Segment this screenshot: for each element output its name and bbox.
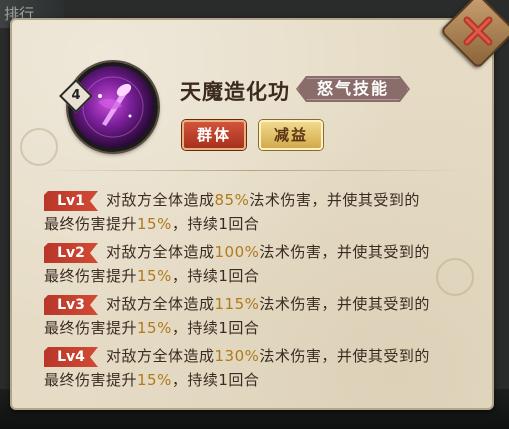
level-item: Lv3 对敌方全体造成115%法术伤害，并使其受到的 最终伤害提升15%，持续1… — [44, 292, 464, 344]
tag-debuff: 减益 — [259, 120, 323, 150]
level-label: Lv4 — [44, 347, 98, 367]
level-label: Lv2 — [44, 243, 98, 263]
level-description-line2: 最终伤害提升15%，持续1回合 — [44, 319, 260, 337]
skill-name: 天魔造化功 — [180, 80, 290, 104]
level-description-line1: 对敌方全体造成130%法术伤害，并使其受到的 — [106, 347, 430, 365]
level-description-line2: 最终伤害提升15%，持续1回合 — [44, 371, 260, 389]
panel-ornament — [20, 128, 58, 166]
level-label: Lv3 — [44, 295, 98, 315]
level-item: Lv2 对敌方全体造成100%法术伤害，并使其受到的 最终伤害提升15%，持续1… — [44, 240, 464, 292]
close-icon — [453, 6, 503, 56]
skill-type-tag: 怒气技能 — [296, 76, 410, 102]
level-description-line1: 对敌方全体造成85%法术伤害，并使其受到的 — [106, 191, 420, 209]
section-divider — [40, 170, 469, 171]
level-item: Lv1 对敌方全体造成85%法术伤害，并使其受到的 最终伤害提升15%，持续1回… — [44, 188, 464, 240]
level-label: Lv1 — [44, 191, 98, 211]
level-item: Lv4 对敌方全体造成130%法术伤害，并使其受到的 最终伤害提升15%，持续1… — [44, 344, 464, 396]
tag-aoe: 群体 — [182, 120, 246, 150]
level-description-line1: 对敌方全体造成100%法术伤害，并使其受到的 — [106, 243, 430, 261]
level-description-line1: 对敌方全体造成115%法术伤害，并使其受到的 — [106, 295, 430, 313]
level-list: Lv1 对敌方全体造成85%法术伤害，并使其受到的 最终伤害提升15%，持续1回… — [44, 188, 464, 396]
level-description-line2: 最终伤害提升15%，持续1回合 — [44, 267, 260, 285]
level-description-line2: 最终伤害提升15%，持续1回合 — [44, 215, 260, 233]
